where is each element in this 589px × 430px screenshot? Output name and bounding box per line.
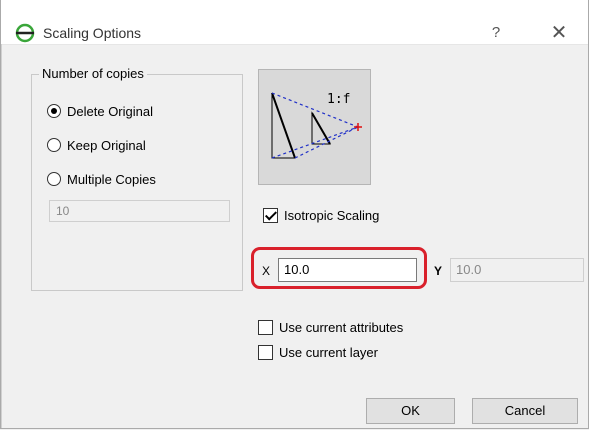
radio-unselected-icon[interactable] xyxy=(47,138,61,152)
title-bar: Scaling Options ? ✕ xyxy=(1,0,588,45)
use-current-layer-checkbox[interactable]: Use current layer xyxy=(258,343,378,361)
radio-delete-original[interactable]: Delete Original xyxy=(47,102,153,120)
copies-group-title: Number of copies xyxy=(39,66,147,81)
checkbox-checked-icon[interactable] xyxy=(263,207,278,223)
scaling-app-icon xyxy=(15,23,35,43)
cancel-button[interactable]: Cancel xyxy=(472,398,578,424)
window-title: Scaling Options xyxy=(43,25,142,41)
copies-count-input[interactable]: 10 xyxy=(49,200,230,222)
use-current-attributes-checkbox[interactable]: Use current attributes xyxy=(258,318,403,336)
use-current-attributes-label: Use current attributes xyxy=(279,319,404,335)
radio-delete-original-label: Delete Original xyxy=(67,103,153,119)
radio-keep-original-label: Keep Original xyxy=(67,137,146,153)
preview-ratio-label: 1:f xyxy=(327,92,350,107)
y-label: Y xyxy=(434,264,443,278)
help-button[interactable]: ? xyxy=(481,22,511,44)
scaling-preview-image: 1:f xyxy=(258,69,371,185)
use-current-layer-label: Use current layer xyxy=(279,344,378,360)
isotropic-scaling-checkbox[interactable]: Isotropic Scaling xyxy=(263,206,379,224)
y-scale-input[interactable]: 10.0 xyxy=(450,258,584,282)
dialog-edge xyxy=(1,44,2,428)
ok-button[interactable]: OK xyxy=(366,398,455,424)
close-button[interactable]: ✕ xyxy=(539,22,579,44)
radio-unselected-icon[interactable] xyxy=(47,172,61,186)
radio-keep-original[interactable]: Keep Original xyxy=(47,136,146,154)
radio-selected-icon[interactable] xyxy=(47,104,61,118)
x-scale-input[interactable]: 10.0 xyxy=(278,258,417,282)
checkbox-unchecked-icon[interactable] xyxy=(258,319,273,335)
isotropic-scaling-label: Isotropic Scaling xyxy=(284,207,380,223)
radio-multiple-copies-label: Multiple Copies xyxy=(67,171,156,187)
x-label: X xyxy=(262,264,271,278)
checkbox-unchecked-icon[interactable] xyxy=(258,344,273,360)
scaling-options-dialog: Scaling Options ? ✕ Number of copies Del… xyxy=(0,0,589,429)
radio-multiple-copies[interactable]: Multiple Copies xyxy=(47,170,156,188)
